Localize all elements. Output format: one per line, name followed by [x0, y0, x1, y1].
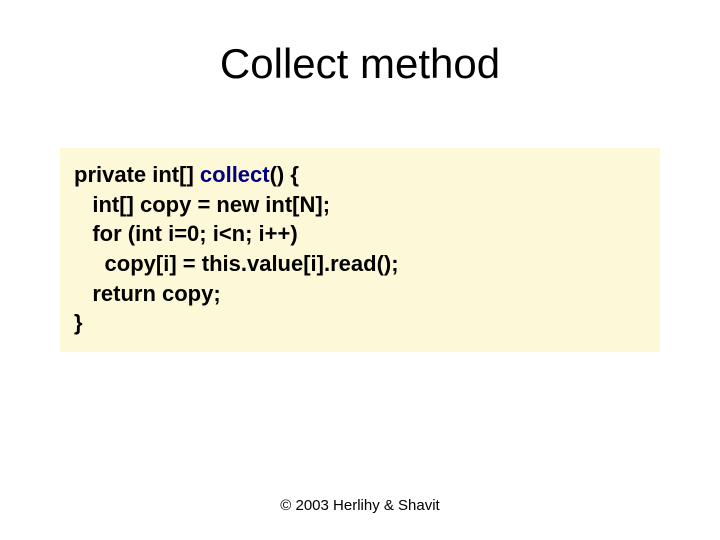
- code-block: private int[] collect() { int[] copy = n…: [60, 148, 660, 352]
- slide-title: Collect method: [40, 40, 680, 88]
- code-line-1c: () {: [270, 162, 299, 187]
- code-line-1b: collect: [200, 162, 270, 187]
- code-line-3: for (int i=0; i<n; i++): [74, 221, 298, 246]
- code-line-6: }: [74, 310, 83, 335]
- code-line-2: int[] copy = new int[N];: [74, 192, 330, 217]
- code-line-4: copy[i] = this.value[i].read();: [74, 251, 399, 276]
- footer-copyright: © 2003 Herlihy & Shavit: [0, 497, 720, 514]
- code-line-1a: private int[]: [74, 162, 200, 187]
- slide: Collect method private int[] collect() {…: [0, 0, 720, 540]
- code-line-5: return copy;: [74, 281, 221, 306]
